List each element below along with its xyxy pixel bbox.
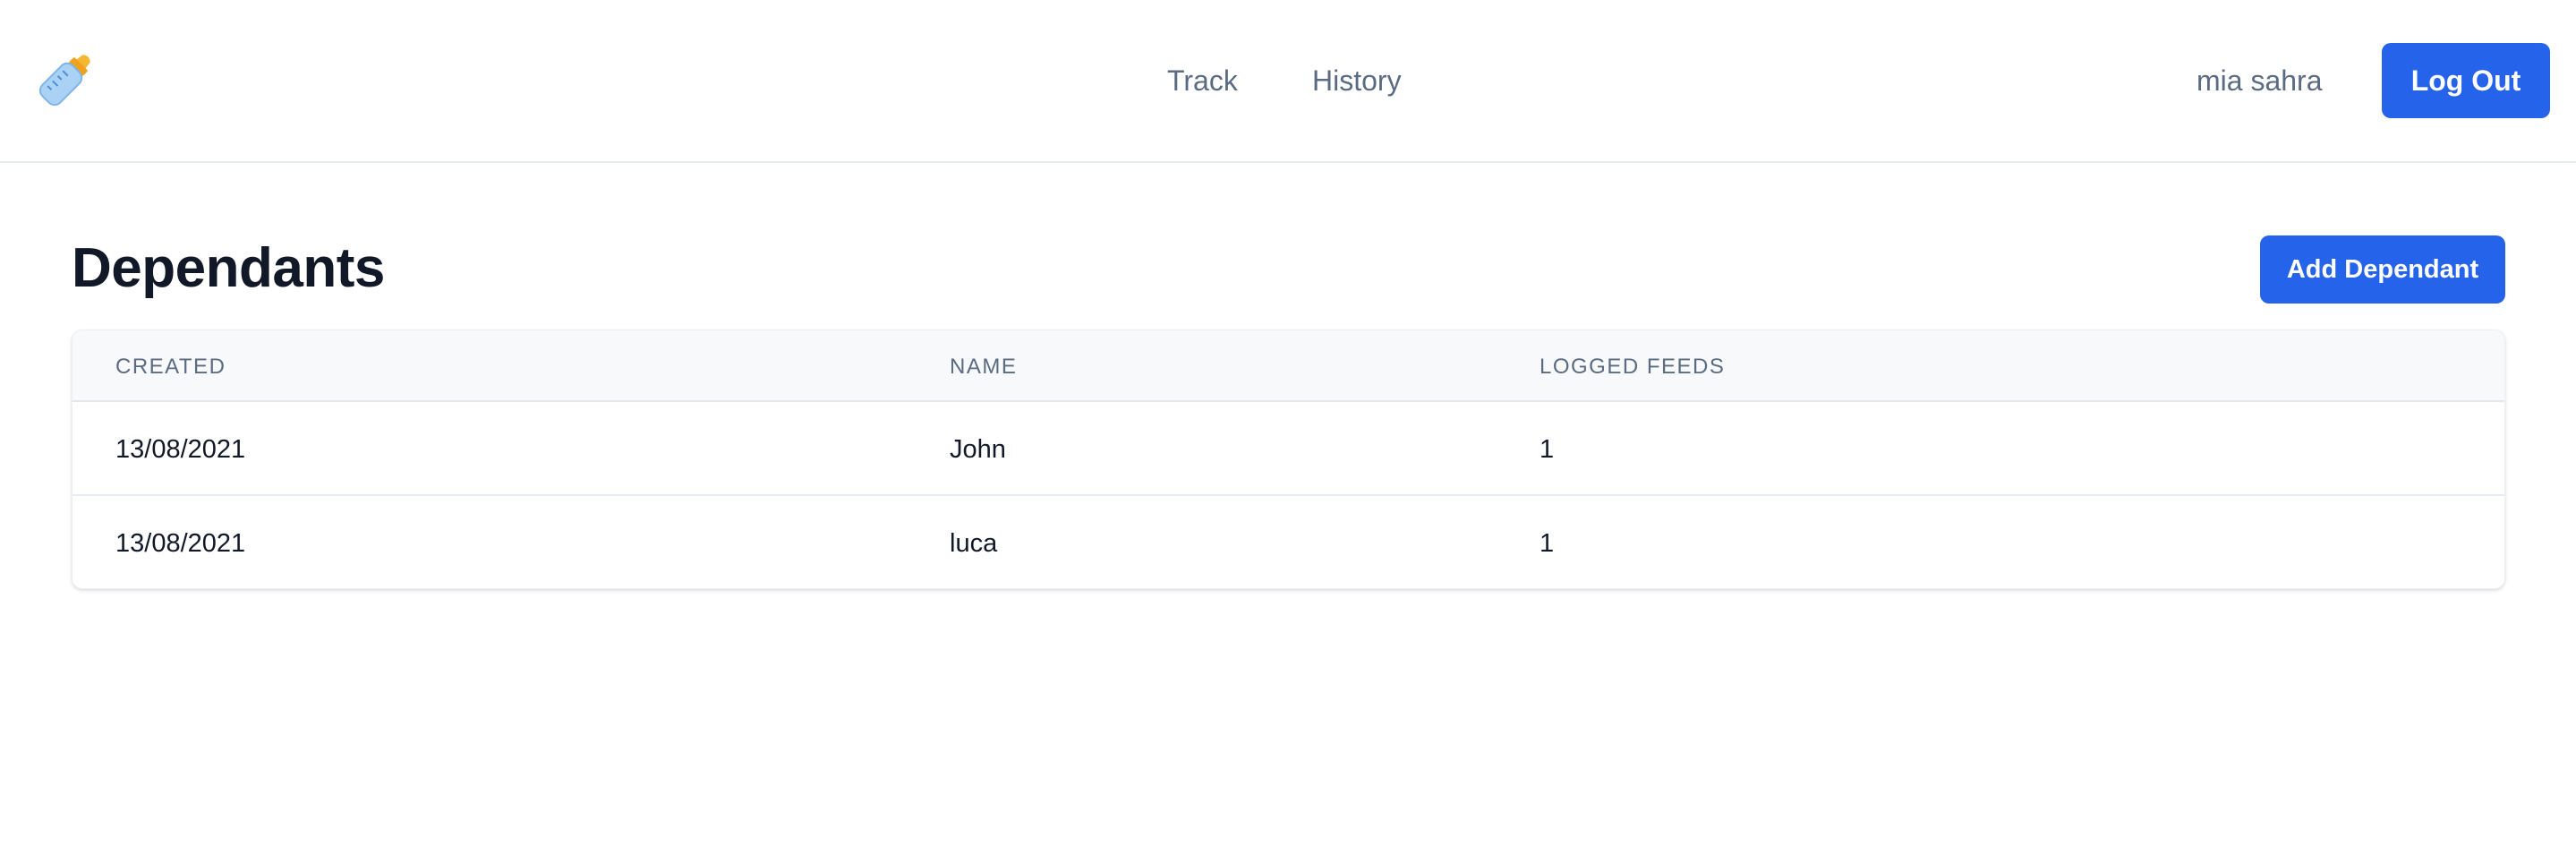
page-title: Dependants xyxy=(72,237,385,299)
column-header-logged-feeds: LOGGED FEEDS xyxy=(1540,355,1726,379)
nav-link-track[interactable]: Track xyxy=(1167,63,1238,98)
column-header-created: CREATED xyxy=(115,355,226,379)
cell-name: John xyxy=(950,435,1006,464)
dependants-table: CREATED NAME LOGGED FEEDS 13/08/2021 Joh… xyxy=(72,329,2505,589)
cell-name: luca xyxy=(950,529,998,558)
baby-bottle-icon[interactable] xyxy=(32,47,98,113)
logout-button[interactable]: Log Out xyxy=(2382,43,2550,118)
column-header-name: NAME xyxy=(950,355,1018,379)
cell-logged-feeds: 1 xyxy=(1540,529,1555,558)
cell-logged-feeds: 1 xyxy=(1540,435,1555,464)
top-navigation-bar: Track History mia sahra Log Out xyxy=(0,0,2576,163)
table-row[interactable]: 13/08/2021 luca 1 xyxy=(73,496,2504,588)
add-dependant-button[interactable]: Add Dependant xyxy=(2260,235,2505,304)
table-header: CREATED NAME LOGGED FEEDS xyxy=(73,330,2504,402)
cell-created: 13/08/2021 xyxy=(115,529,246,558)
cell-created: 13/08/2021 xyxy=(115,435,246,464)
table-row[interactable]: 13/08/2021 John 1 xyxy=(73,402,2504,496)
user-name: mia sahra xyxy=(2196,64,2323,97)
nav-link-history[interactable]: History xyxy=(1312,63,1402,98)
